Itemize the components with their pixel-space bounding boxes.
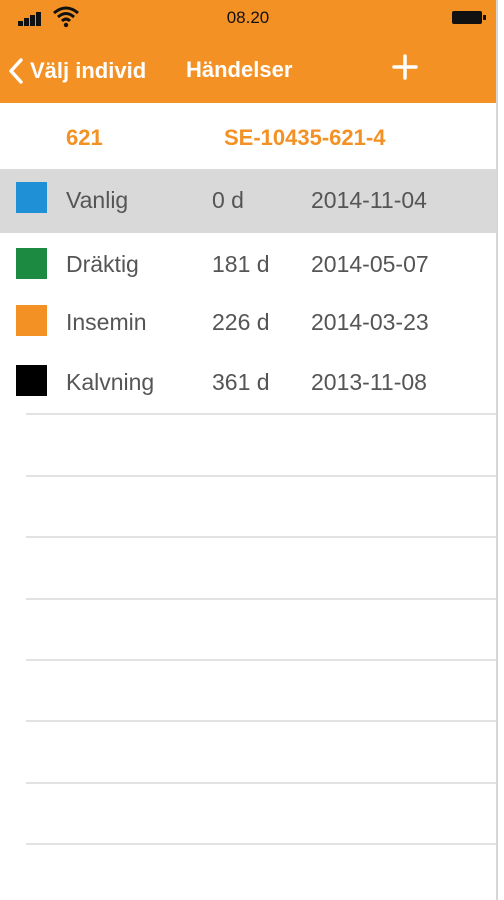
animal-full-id: SE-10435-621-4 [224, 125, 386, 150]
animal-header: 621 SE-10435-621-4 [0, 103, 496, 169]
event-date: 2014-05-07 [311, 251, 429, 277]
event-name: Insemin [66, 309, 147, 335]
event-row-kalvning[interactable]: Kalvning 361 d 2013-11-08 [0, 353, 496, 413]
plus-icon [392, 54, 418, 80]
event-days: 226 d [212, 309, 270, 335]
navigation-bar: Välj individ Händelser [0, 36, 496, 103]
event-name: Kalvning [66, 369, 155, 395]
top-bar: 08.20 Välj individ Händelser [0, 0, 496, 103]
event-list: Vanlig 0 d 2014-11-04 Dräktig 181 d 2014… [0, 169, 496, 413]
animal-short-id: 621 [66, 125, 103, 150]
event-row-insemin[interactable]: Insemin 226 d 2014-03-23 [0, 293, 496, 353]
page-title: Händelser [186, 57, 293, 82]
list-separator [26, 598, 496, 600]
event-date: 2013-11-08 [311, 369, 427, 395]
event-color-swatch [16, 248, 47, 279]
list-separator [26, 659, 496, 661]
event-days: 361 d [212, 369, 270, 395]
back-button-label: Välj individ [30, 58, 147, 83]
back-button[interactable]: Välj individ [8, 56, 146, 86]
list-separator [26, 413, 496, 415]
event-row-draktig[interactable]: Dräktig 181 d 2014-05-07 [0, 233, 496, 293]
status-time: 08.20 [226, 8, 270, 27]
status-bar: 08.20 [0, 0, 496, 36]
battery-icon [452, 11, 486, 24]
events-screen: 08.20 Välj individ Händelser 621 SE-1043… [0, 0, 504, 900]
event-days: 181 d [212, 251, 270, 277]
event-date: 2014-11-04 [311, 187, 427, 213]
list-separator [26, 475, 496, 477]
list-separator [26, 843, 496, 845]
event-date: 2014-03-23 [311, 309, 429, 335]
event-name: Vanlig [66, 187, 129, 213]
event-color-swatch [16, 182, 47, 213]
list-separator [26, 720, 496, 722]
event-color-swatch [16, 365, 47, 396]
event-name: Dräktig [66, 251, 139, 277]
event-color-swatch [16, 305, 47, 336]
add-event-button[interactable] [388, 50, 422, 84]
list-separator [26, 782, 496, 784]
event-row-vanlig[interactable]: Vanlig 0 d 2014-11-04 [0, 169, 496, 233]
event-days: 0 d [212, 187, 244, 213]
list-separator [26, 536, 496, 538]
chevron-left-icon [9, 58, 23, 84]
device-frame-edge [496, 0, 498, 900]
